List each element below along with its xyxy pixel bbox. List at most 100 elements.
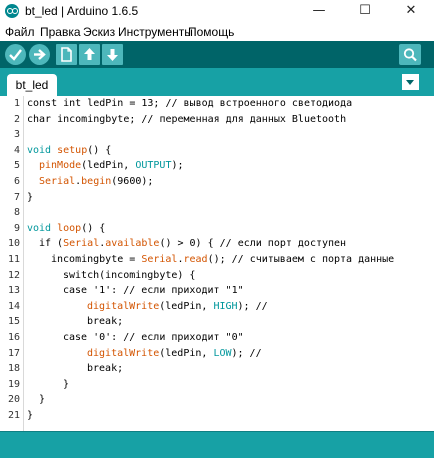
code-token: Serial bbox=[141, 254, 178, 265]
code-token: char incomingbyte; // переменная для дан… bbox=[27, 113, 347, 125]
line-number: 16 bbox=[7, 332, 20, 343]
code-line: } bbox=[63, 379, 69, 390]
code-token: ); // bbox=[231, 347, 262, 359]
serial-monitor-button[interactable] bbox=[399, 44, 421, 65]
open-icon bbox=[84, 48, 95, 60]
line-number: 9 bbox=[13, 222, 20, 234]
line-number: 8 bbox=[13, 207, 20, 219]
close-button[interactable]: ✕ bbox=[388, 0, 434, 22]
new-icon bbox=[61, 47, 72, 62]
maximize-button[interactable]: ☐ bbox=[342, 0, 388, 22]
code-line: pinMode(ledPin, OUTPUT); bbox=[39, 160, 184, 171]
code-token: read bbox=[183, 254, 208, 265]
code-line: case '0': // если приходит "0" bbox=[63, 332, 244, 343]
code-line: } bbox=[27, 192, 33, 203]
code-line: incomingbyte = Serial.read(); // считыва… bbox=[51, 254, 394, 265]
code-token: void bbox=[27, 222, 52, 234]
code-line: void setup() { bbox=[27, 145, 111, 156]
line-number: 18 bbox=[7, 363, 20, 375]
code-line: void loop() { bbox=[27, 223, 105, 234]
arduino-logo-icon bbox=[5, 4, 19, 18]
code-token: (ledPin, bbox=[159, 347, 214, 359]
window-title: bt_led | Arduino 1.6.5 bbox=[25, 4, 139, 18]
code-token: Serial bbox=[63, 238, 100, 250]
code-token: () { bbox=[87, 144, 112, 156]
code-token: } bbox=[27, 410, 34, 421]
code-editor[interactable]: 1 2 3 4 5 6 7 8 9 10 11 12 13 14 15 16 17 18 19 20 21 const … bbox=[0, 96, 434, 431]
code-line: if (Serial.available() > 0) { // если по… bbox=[39, 238, 346, 249]
code-line: } bbox=[27, 410, 33, 421]
tab-bt-led[interactable]: bt_led bbox=[7, 74, 57, 96]
code-token: digitalWrite bbox=[87, 300, 160, 312]
line-number: 14 bbox=[7, 300, 20, 312]
line-number: 21 bbox=[7, 410, 20, 421]
menu-help[interactable]: Помощь bbox=[188, 25, 234, 39]
code-token: setup bbox=[57, 144, 88, 156]
open-button[interactable] bbox=[79, 44, 100, 65]
line-number: 10 bbox=[7, 238, 20, 250]
code-token: } bbox=[39, 394, 46, 406]
line-number: 3 bbox=[13, 129, 20, 141]
code-line: char incomingbyte; // переменная для дан… bbox=[27, 114, 346, 125]
code-token: void bbox=[27, 144, 52, 156]
code-token: incomingbyte = bbox=[51, 254, 142, 265]
code-line: break; bbox=[87, 316, 123, 327]
line-number: 19 bbox=[7, 378, 20, 390]
menu-tools[interactable]: Инструменты bbox=[118, 25, 193, 39]
menu-file[interactable]: Файл bbox=[5, 25, 35, 39]
upload-icon bbox=[34, 49, 46, 60]
code-token: break; bbox=[87, 316, 124, 328]
line-number: 20 bbox=[7, 394, 20, 406]
upload-button[interactable] bbox=[29, 44, 50, 65]
code-line: } bbox=[39, 394, 45, 405]
save-button[interactable] bbox=[102, 44, 123, 65]
code-token: digitalWrite bbox=[87, 347, 160, 359]
verify-button[interactable] bbox=[5, 44, 26, 65]
code-token: (ledPin, bbox=[159, 300, 214, 312]
code-line: digitalWrite(ledPin, LOW); // bbox=[87, 348, 262, 359]
code-line: break; bbox=[87, 363, 123, 374]
code-token: pinMode bbox=[39, 160, 82, 172]
code-line: case '1': // если приходит "1" bbox=[63, 285, 244, 296]
code-token: if ( bbox=[39, 238, 64, 250]
code-token: case '1': // если приходит "1" bbox=[63, 285, 244, 297]
code-line: Serial.begin(9600); bbox=[39, 176, 153, 187]
code-token: (9600); bbox=[111, 176, 154, 187]
code-token: loop bbox=[57, 222, 82, 234]
menu-edit[interactable]: Правка bbox=[40, 25, 81, 39]
toolbar bbox=[0, 41, 434, 68]
line-number: 17 bbox=[7, 347, 20, 359]
code-token: const int ledPin = 13; // вывод встроенн… bbox=[27, 98, 353, 109]
code-token: begin bbox=[81, 176, 112, 187]
code-line: const int ledPin = 13; // вывод встроенн… bbox=[27, 98, 352, 109]
line-number: 2 bbox=[13, 113, 20, 125]
line-number: 12 bbox=[7, 269, 20, 281]
line-number: 4 bbox=[13, 144, 20, 156]
code-token: } bbox=[63, 378, 70, 390]
line-number: 5 bbox=[13, 160, 20, 172]
line-number: 13 bbox=[7, 285, 20, 297]
save-icon bbox=[107, 49, 118, 61]
code-token: ); bbox=[171, 160, 184, 172]
code-token: LOW bbox=[213, 347, 232, 359]
new-button[interactable] bbox=[56, 44, 77, 65]
code-token: (ledPin, bbox=[81, 160, 136, 172]
serial-monitor-icon bbox=[403, 48, 417, 62]
code-line: digitalWrite(ledPin, HIGH); // bbox=[87, 301, 268, 312]
line-number: 1 bbox=[13, 98, 20, 109]
code-token: () { bbox=[81, 222, 106, 234]
code-token: Serial bbox=[39, 176, 76, 187]
minimize-button[interactable]: — bbox=[296, 0, 342, 22]
title-bar: bt_led | Arduino 1.6.5 — ☐ ✕ bbox=[0, 0, 434, 22]
code-token: (); // считываем с порта данные bbox=[207, 254, 395, 265]
line-number: 7 bbox=[13, 191, 20, 203]
tab-menu-chevron-down-icon[interactable] bbox=[402, 74, 419, 90]
code-token: OUTPUT bbox=[135, 160, 172, 172]
code-token: HIGH bbox=[213, 300, 238, 312]
code-token: () > 0) { // если порт доступен bbox=[159, 238, 347, 250]
line-number: 15 bbox=[7, 316, 20, 328]
menu-sketch[interactable]: Эскиз bbox=[83, 25, 115, 39]
code-token: break; bbox=[87, 363, 124, 375]
line-number: 6 bbox=[13, 176, 20, 187]
code-token: available bbox=[105, 238, 160, 250]
